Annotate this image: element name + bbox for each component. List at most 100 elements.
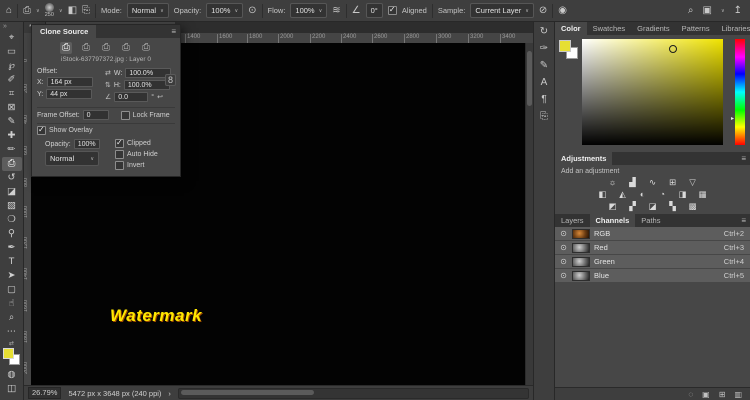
share-icon[interactable]: ↥	[734, 5, 742, 16]
clone-stamp-tool-preset-icon[interactable]: ⎙	[23, 5, 31, 16]
channel-mixer-icon[interactable]: ◨	[676, 189, 689, 200]
brush-settings-toggle-icon[interactable]: ◧	[68, 5, 77, 16]
zoom-tool[interactable]: ⌕	[2, 311, 22, 325]
save-selection-icon[interactable]: ▣	[702, 390, 710, 399]
history-brush-tool[interactable]: ↺	[2, 171, 22, 185]
brightness-contrast-icon[interactable]: ☼	[606, 177, 619, 188]
character-icon[interactable]: A	[541, 78, 548, 88]
brush-angle-input[interactable]: 0°	[365, 3, 383, 18]
tab-color[interactable]: Color	[555, 22, 587, 35]
swap-colors-icon[interactable]: ⇄	[9, 341, 14, 347]
tab-adjustments[interactable]: Adjustments	[555, 152, 613, 165]
sample-select[interactable]: Current Layer ∨	[470, 3, 534, 18]
brush-settings-icon[interactable]: ✑	[540, 44, 548, 54]
vibrance-icon[interactable]: ▽	[686, 177, 699, 188]
clone-source-tab[interactable]: Clone Source	[32, 25, 97, 38]
visibility-eye-icon[interactable]: ⊙	[559, 243, 568, 252]
posterize-icon[interactable]: ▞	[626, 201, 639, 212]
pressure-opacity-icon[interactable]: ⊙	[248, 5, 256, 16]
invert-icon[interactable]: ◩	[606, 201, 619, 212]
tab-paths[interactable]: Paths	[635, 214, 666, 227]
brush-tool[interactable]: ✏	[2, 143, 22, 157]
brushes-icon[interactable]: ✎	[540, 61, 548, 71]
healing-brush-tool[interactable]: ✚	[2, 129, 22, 143]
curves-icon[interactable]: ∿	[646, 177, 659, 188]
channel-row[interactable]: ⊙ Blue Ctrl+5	[555, 269, 750, 283]
hand-tool[interactable]: ☝	[2, 297, 22, 311]
history-icon[interactable]: ↻	[540, 27, 548, 37]
overlay-blend-select[interactable]: Normal ∨	[45, 151, 99, 166]
panel-menu-icon[interactable]: ≡	[737, 152, 750, 165]
black-white-icon[interactable]: ◐	[636, 189, 649, 200]
tab-swatches[interactable]: Swatches	[587, 22, 632, 35]
path-selection-tool[interactable]: ➤	[2, 269, 22, 283]
rectangle-tool[interactable]: ▢	[2, 283, 22, 297]
channel-row[interactable]: ⊙ RGB Ctrl+2	[555, 227, 750, 241]
offset-x-input[interactable]: 164 px	[46, 77, 93, 87]
visibility-eye-icon[interactable]: ⊙	[559, 271, 568, 280]
color-balance-icon[interactable]: ◭	[616, 189, 629, 200]
zoom-level-input[interactable]: 26.79%	[28, 387, 62, 399]
clone-source-slot-button[interactable]: ⎙	[60, 42, 72, 54]
screen-mode-button[interactable]: ◫	[2, 382, 22, 396]
chevron-down-icon[interactable]: ∨	[721, 8, 725, 14]
clone-source-panel-toggle-icon[interactable]: ⎘	[82, 5, 90, 16]
clone-source-slot-button[interactable]: ⎙	[140, 42, 152, 54]
threshold-icon[interactable]: ◪	[646, 201, 659, 212]
quick-selection-tool[interactable]: ✐	[2, 73, 22, 87]
hue-saturation-icon[interactable]: ◧	[596, 189, 609, 200]
edit-toolbar-button[interactable]: ⋯	[2, 325, 22, 339]
color-picker-marker[interactable]	[669, 45, 678, 54]
collapse-toolbar-icon[interactable]: »	[0, 22, 7, 31]
clone-source-icon[interactable]: ⎘	[540, 112, 548, 122]
flow-select[interactable]: 100% ∨	[290, 3, 328, 18]
clone-stamp-tool[interactable]: ⎙	[1, 157, 22, 171]
frame-tool[interactable]: ⊠	[2, 101, 22, 115]
tab-layers[interactable]: Layers	[555, 214, 590, 227]
gradient-map-icon[interactable]: ▩	[686, 201, 699, 212]
channel-row[interactable]: ⊙ Red Ctrl+3	[555, 241, 750, 255]
lasso-tool[interactable]: ℘	[2, 59, 22, 73]
search-icon[interactable]: ⌕	[688, 5, 694, 16]
show-overlay-checkbox[interactable]	[37, 125, 46, 135]
link-width-height-icon[interactable]: 8	[164, 74, 176, 86]
frame-offset-input[interactable]: 0	[82, 110, 109, 120]
exposure-icon[interactable]: ⊞	[666, 177, 679, 188]
gradient-tool[interactable]: ▧	[2, 199, 22, 213]
quick-mask-button[interactable]: ◍	[2, 368, 22, 382]
brush-preset-picker[interactable]: 250	[45, 2, 54, 19]
tab-patterns[interactable]: Patterns	[676, 22, 716, 35]
scrollbar-thumb[interactable]	[527, 51, 532, 106]
overlay-opacity-input[interactable]: 100%	[73, 139, 100, 149]
tab-channels[interactable]: Channels	[589, 214, 636, 227]
clone-source-slot-button[interactable]: ⎙	[120, 42, 132, 54]
rectangular-marquee-tool[interactable]: ▭	[2, 45, 22, 59]
rotation-input[interactable]: 0.0	[114, 92, 149, 102]
panel-menu-icon[interactable]: ≡	[167, 25, 180, 38]
type-tool[interactable]: T	[2, 255, 22, 269]
saturation-brightness-field[interactable]	[582, 39, 723, 145]
eyedropper-tool[interactable]: ✎	[2, 115, 22, 129]
status-options-chevron-icon[interactable]: ›	[168, 389, 171, 398]
flip-horizontal-icon[interactable]: ⇄	[105, 69, 111, 77]
mode-select[interactable]: Normal ∨	[126, 3, 169, 18]
pressure-size-icon[interactable]: ◉	[558, 5, 567, 16]
pen-tool[interactable]: ✒	[2, 241, 22, 255]
move-tool[interactable]: ⌖	[2, 31, 22, 45]
levels-icon[interactable]: ▟	[626, 177, 639, 188]
panel-menu-icon[interactable]: ≡	[737, 214, 750, 227]
home-icon[interactable]: ⌂	[6, 5, 12, 16]
offset-y-input[interactable]: 44 px	[46, 89, 93, 99]
clone-source-slot-button[interactable]: ⎙	[80, 42, 92, 54]
paragraph-icon[interactable]: ¶	[541, 95, 546, 105]
delete-channel-icon[interactable]: ▥	[734, 390, 742, 399]
foreground-color-swatch[interactable]	[2, 348, 14, 359]
load-selection-icon[interactable]: ◌	[688, 390, 693, 399]
opacity-select[interactable]: 100% ∨	[206, 3, 244, 18]
visibility-eye-icon[interactable]: ⊙	[559, 257, 568, 266]
visibility-eye-icon[interactable]: ⊙	[559, 229, 568, 238]
tab-libraries[interactable]: Libraries	[716, 22, 750, 35]
hue-slider-arrow-icon[interactable]: ▸	[731, 115, 734, 122]
lock-frame-checkbox[interactable]	[120, 110, 130, 120]
new-channel-icon[interactable]: ⊞	[719, 390, 726, 399]
